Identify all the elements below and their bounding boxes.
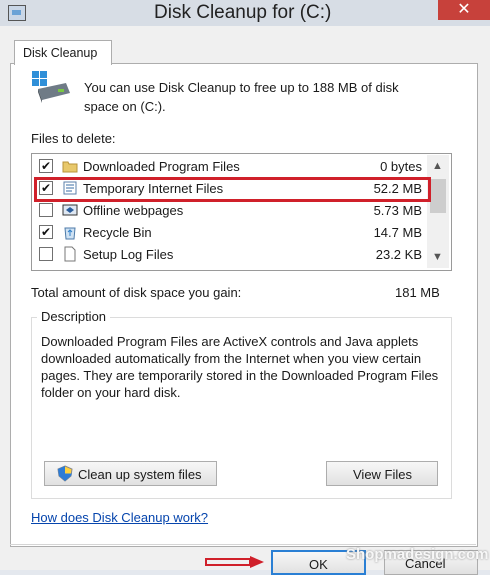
- scroll-down-icon[interactable]: ▼: [432, 251, 443, 263]
- file-size: 14.7 MB: [373, 225, 422, 240]
- tab-label: Disk Cleanup: [23, 46, 98, 60]
- checkbox[interactable]: [39, 247, 53, 261]
- checkbox[interactable]: ✔: [39, 225, 53, 239]
- watermark: Shopmadesign.com: [346, 546, 489, 563]
- separator: [10, 544, 476, 545]
- file-name: Setup Log Files: [83, 247, 174, 262]
- button-label: Clean up system files: [78, 467, 202, 482]
- recycle-bin-icon: [64, 227, 76, 240]
- clean-up-system-files-button[interactable]: Clean up system files: [44, 461, 217, 486]
- file-size: 5.73 MB: [373, 203, 422, 218]
- disk-cleanup-icon: [32, 71, 70, 103]
- disk-cleanup-app-icon: [8, 5, 26, 21]
- checkbox[interactable]: [39, 203, 53, 217]
- window-title: Disk Cleanup for (C:): [154, 2, 332, 23]
- file-name: Downloaded Program Files: [83, 159, 240, 174]
- shield-icon: [57, 465, 73, 482]
- close-button[interactable]: ✕: [438, 0, 490, 20]
- folder-icon: [62, 161, 78, 173]
- tab-disk-cleanup[interactable]: Disk Cleanup: [14, 40, 112, 65]
- file-size: 0 bytes: [380, 159, 422, 174]
- file-name: Offline webpages: [83, 203, 184, 218]
- highlight-annotation: [34, 177, 431, 202]
- files-to-delete-label: Files to delete:: [31, 131, 116, 146]
- total-space-value: 181 MB: [395, 285, 440, 300]
- total-space-label: Total amount of disk space you gain:: [31, 285, 242, 300]
- checkbox[interactable]: ✔: [39, 159, 53, 173]
- description-legend: Description: [37, 309, 111, 324]
- scroll-up-icon[interactable]: ▲: [432, 160, 443, 172]
- button-label: View Files: [353, 467, 413, 482]
- offline-webpages-icon: [62, 204, 78, 216]
- arrow-annotation-icon: [205, 556, 264, 568]
- title-bar: Disk Cleanup for (C:) ✕: [0, 0, 490, 26]
- list-item[interactable]: ✔ Downloaded Program Files 0 bytes: [32, 156, 432, 177]
- files-scrollbar[interactable]: ▲ ▼: [427, 155, 449, 268]
- description-text: Downloaded Program Files are ActiveX con…: [41, 334, 439, 400]
- help-link[interactable]: How does Disk Cleanup work?: [31, 510, 208, 525]
- list-item[interactable]: Offline webpages 5.73 MB: [32, 200, 432, 221]
- view-files-button[interactable]: View Files: [326, 461, 438, 486]
- list-item[interactable]: ✔ Recycle Bin 14.7 MB: [32, 222, 432, 243]
- list-item[interactable]: Setup Log Files 23.2 KB: [32, 244, 432, 265]
- files-list[interactable]: ✔ Downloaded Program Files 0 bytes ✔ Tem…: [31, 153, 452, 271]
- file-icon: [64, 246, 76, 262]
- scroll-thumb[interactable]: [430, 179, 446, 213]
- file-size: 23.2 KB: [375, 247, 422, 262]
- file-name: Recycle Bin: [83, 225, 152, 240]
- intro-text: You can use Disk Cleanup to free up to 1…: [84, 80, 399, 114]
